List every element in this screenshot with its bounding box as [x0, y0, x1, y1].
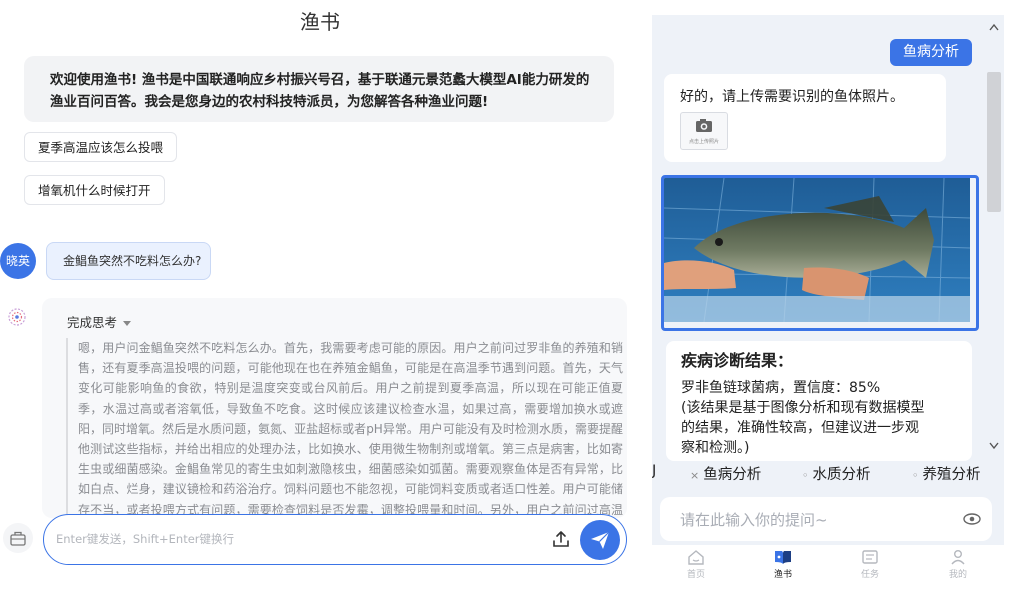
toolbox-icon: [10, 531, 26, 546]
chevron-down-icon[interactable]: [989, 442, 999, 450]
scrollbar-thumb[interactable]: [987, 72, 1001, 212]
user-icon: [951, 550, 965, 565]
composer-input[interactable]: Enter键发送，Shift+Enter键换行: [56, 531, 234, 547]
quick-chip-farming[interactable]: ◦ 养殖分析: [912, 463, 981, 484]
diagnosis-line: (该结果是基于图像分析和现有数据模型: [681, 400, 925, 416]
quick-chip-fish-disease[interactable]: × 鱼病分析: [690, 463, 761, 484]
welcome-text: 欢迎使用渔书! 渔书是中国联通响应乡村振兴号召，基于联通元景范蠡大模型AI能力研…: [50, 72, 590, 110]
phone-scrollbar[interactable]: [986, 20, 1002, 455]
tab-label: 首页: [686, 570, 705, 580]
close-icon: ×: [690, 469, 700, 482]
chat-composer[interactable]: Enter键发送，Shift+Enter键换行: [43, 514, 627, 565]
fish-photo: [661, 175, 979, 331]
chevron-up-icon[interactable]: [989, 23, 999, 31]
quick-chip-label: 水质分析: [812, 467, 871, 483]
tab-profile[interactable]: 我的: [928, 549, 988, 580]
send-button[interactable]: [580, 520, 620, 560]
thinking-text: 嗯，用户问金鲳鱼突然不吃料怎么办。首先，我需要考虑可能的原因。用户之前问过罗非鱼…: [66, 338, 623, 518]
suggestion-chip-1[interactable]: 夏季高温应该怎么投喂: [24, 132, 178, 162]
thinking-header: 完成思考: [67, 315, 118, 330]
diagnosis-line: 的结果，准确性较高，但建议进一步观: [681, 420, 919, 436]
eye-icon[interactable]: [962, 511, 982, 527]
mobile-input-placeholder: 请在此输入你的提问~: [680, 511, 828, 529]
home-icon: [688, 550, 704, 565]
suggestion-chip-2[interactable]: 增氧机什么时候打开: [24, 175, 165, 205]
diagnosis-title: 疾病诊断结果：: [681, 351, 794, 370]
tab-label: 我的: [948, 570, 967, 580]
page-title: 渔书: [300, 10, 340, 34]
send-icon: [591, 531, 610, 549]
user-avatar: 晓英: [0, 243, 36, 279]
drop-icon: ◦: [802, 469, 809, 482]
welcome-message: 欢迎使用渔书! 渔书是中国联通响应乡村振兴号召，基于联通元景范蠡大模型AI能力研…: [24, 56, 614, 122]
bot-prompt-card: 好的，请上传需要识别的鱼体照片。 点击上传照片: [664, 74, 946, 162]
bottom-tab-bar: 首页 渔书 任务 我的: [652, 545, 1004, 585]
book-icon: [775, 551, 791, 564]
chat-pane: 渔书 欢迎使用渔书! 渔书是中国联通响应乡村振兴号召，基于联通元景范蠡大模型AI…: [0, 0, 640, 592]
toolbox-button[interactable]: [3, 523, 33, 553]
quick-chip-water-quality[interactable]: ◦ 水质分析: [802, 463, 871, 484]
chevron-down-icon: [123, 321, 132, 326]
tab-tasks[interactable]: 任务: [840, 549, 900, 580]
thinking-toggle[interactable]: 完成思考: [67, 312, 132, 331]
circle-icon: ◦: [912, 469, 919, 482]
diagnosis-line: 察和检测。): [681, 440, 750, 456]
diagnosis-card: 疾病诊断结果： 罗非鱼链球菌病，置信度：85% (该结果是基于图像分析和现有数据…: [666, 341, 972, 461]
quick-chip-row: J × 鱼病分析 ◦ 水质分析 ◦ 养殖分析: [652, 463, 1004, 487]
task-icon: [862, 550, 878, 564]
bot-response-card: 完成思考 嗯，用户问金鲳鱼突然不吃料怎么办。首先，我需要考虑可能的原因。用户之前…: [42, 298, 627, 518]
camera-icon: [696, 119, 712, 132]
tab-home[interactable]: 首页: [666, 549, 726, 580]
tab-yushu[interactable]: 渔书: [753, 549, 813, 580]
upload-icon[interactable]: [550, 528, 572, 550]
upload-prompt-text: 好的，请上传需要识别的鱼体照片。: [680, 89, 904, 105]
fish-photo-illustration: [664, 178, 971, 323]
camera-caption: 点击上传照片: [688, 139, 719, 145]
quick-chip-label: 养殖分析: [922, 467, 981, 483]
tab-label: 渔书: [773, 570, 792, 580]
tab-label: 任务: [860, 570, 879, 580]
diagnosis-line: 罗非鱼链球菌病，置信度：85%: [681, 380, 881, 396]
mobile-app-preview: 鱼病分析 好的，请上传需要识别的鱼体照片。 点击上传照片 疾病诊断结果： 罗非鱼…: [652, 15, 1004, 585]
quick-chip-partial[interactable]: J: [652, 463, 656, 479]
mobile-question-input[interactable]: 请在此输入你的提问~: [660, 497, 992, 541]
fish-disease-tag: 鱼病分析: [890, 39, 972, 66]
bot-avatar-icon: [8, 308, 26, 326]
user-message-bubble: 金鲳鱼突然不吃料怎么办?: [46, 242, 211, 280]
photo-upload-button[interactable]: 点击上传照片: [680, 112, 728, 150]
quick-chip-label: 鱼病分析: [703, 467, 762, 483]
scrollbar-graphic: [987, 23, 1001, 450]
